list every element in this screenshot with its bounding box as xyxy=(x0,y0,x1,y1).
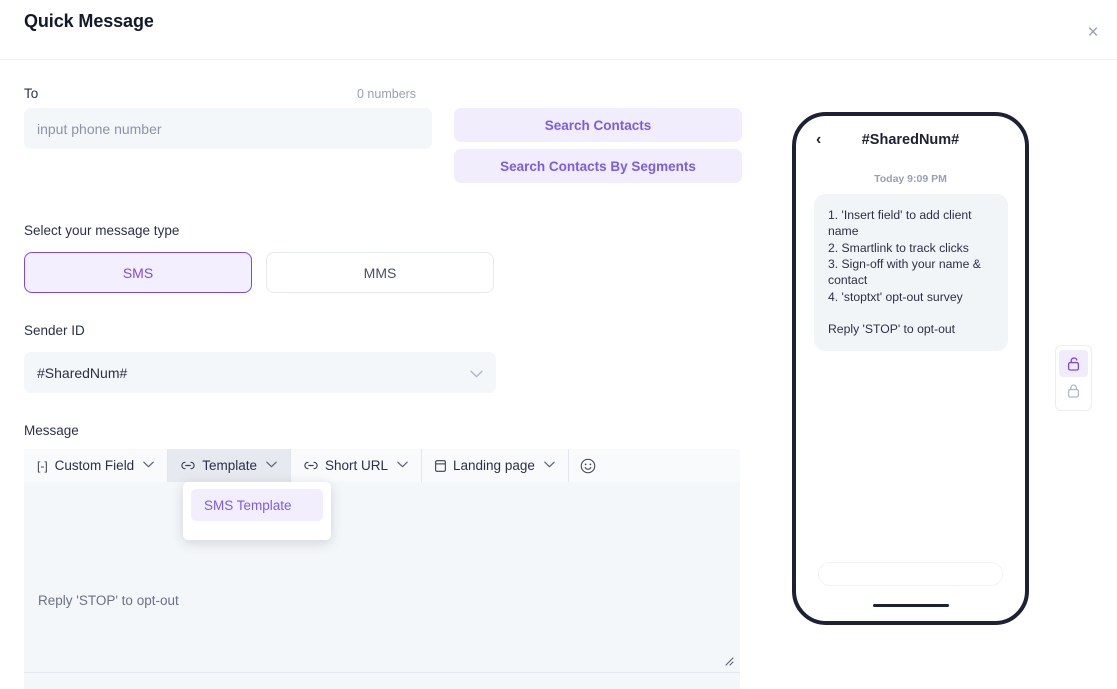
sender-id-select[interactable]: #SharedNum# xyxy=(24,352,496,393)
to-label: To xyxy=(24,86,39,101)
toolbar-landing-page-label: Landing page xyxy=(453,458,535,473)
message-bubble: 1. 'Insert field' to add client name 2. … xyxy=(814,194,1008,351)
custom-field-icon: [-] xyxy=(37,458,48,473)
phone-preview-header: ‹ #SharedNum# xyxy=(796,116,1025,164)
unlock-icon[interactable] xyxy=(1059,350,1088,377)
message-footer: Reply 'STOP' to opt-out ? 160 character … xyxy=(24,672,740,689)
chevron-down-icon xyxy=(470,365,483,381)
toolbar-landing-page[interactable]: Landing page xyxy=(422,449,569,482)
lock-icon[interactable] xyxy=(1059,377,1088,404)
message-timestamp: Today 9:09 PM xyxy=(874,173,947,185)
phone-preview: ‹ #SharedNum# Today 9:09 PM 1. 'Insert f… xyxy=(792,112,1029,625)
message-type-label: Select your message type xyxy=(24,223,180,238)
link-icon xyxy=(304,461,318,470)
phone-input-bar[interactable] xyxy=(818,562,1003,586)
numbers-count: 0 numbers xyxy=(357,87,417,101)
toolbar-custom-field-label: Custom Field xyxy=(54,458,135,473)
tab-sms[interactable]: SMS xyxy=(24,252,252,293)
search-contacts-by-segments-button[interactable]: Search Contacts By Segments xyxy=(454,149,742,183)
toolbar-short-url-label: Short URL xyxy=(324,458,389,473)
resize-handle[interactable] xyxy=(723,655,734,666)
page-icon xyxy=(435,459,446,472)
modal-header: Quick Message × xyxy=(0,0,1117,60)
lock-toggle-panel xyxy=(1055,345,1092,411)
close-icon[interactable]: × xyxy=(1077,16,1109,48)
toolbar-template[interactable]: Template xyxy=(168,449,291,482)
phone-preview-title: #SharedNum# xyxy=(861,132,960,148)
quick-message-modal: Quick Message × To 0 numbers Search Cont… xyxy=(0,0,1117,689)
toolbar-custom-field[interactable]: [-] Custom Field xyxy=(24,449,169,482)
toolbar-template-label: Template xyxy=(202,458,257,473)
chevron-down-icon xyxy=(266,460,277,471)
chevron-down-icon xyxy=(397,460,408,471)
search-contacts-button[interactable]: Search Contacts xyxy=(454,108,742,142)
message-label: Message xyxy=(24,423,79,438)
toolbar-spacer xyxy=(606,449,740,482)
tab-mms[interactable]: MMS xyxy=(266,252,494,293)
editor-toolbar: [-] Custom Field Template Short URL Land… xyxy=(24,449,740,482)
message-type-section: Select your message type xyxy=(24,223,179,238)
home-indicator xyxy=(872,603,949,607)
template-dropdown-menu: SMS Template xyxy=(183,482,331,540)
chevron-down-icon xyxy=(143,460,154,471)
page-title: Quick Message xyxy=(24,11,154,31)
link-icon xyxy=(181,461,195,470)
message-textarea-content[interactable]: Reply 'STOP' to opt-out xyxy=(38,593,179,608)
message-editor-panel: [-] Custom Field Template Short URL Land… xyxy=(24,449,740,672)
toolbar-short-url[interactable]: Short URL xyxy=(290,449,423,482)
menu-item-sms-template[interactable]: SMS Template xyxy=(191,489,323,521)
sender-id-value: #SharedNum# xyxy=(37,364,128,381)
chevron-down-icon xyxy=(544,460,555,471)
sender-id-label: Sender ID xyxy=(24,323,85,338)
phone-number-input[interactable] xyxy=(24,108,432,149)
emoji-icon[interactable] xyxy=(568,449,607,482)
